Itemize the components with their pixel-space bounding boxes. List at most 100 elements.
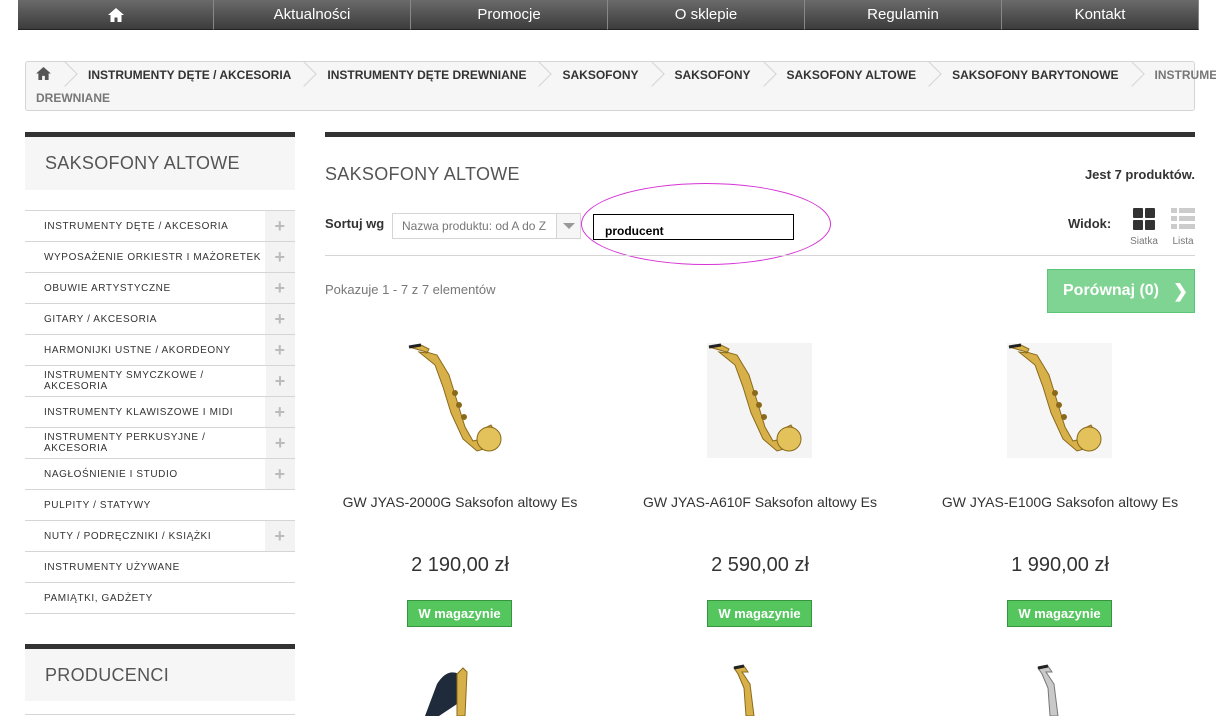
nav-kontakt[interactable]: Kontakt [1002,0,1199,30]
producers-block: PRODUCENCI [25,644,295,701]
category-list: INSTRUMENTY DĘTE / AKCESORIA + WYPOSAŻENIE… [25,210,295,614]
nav-aktualnosci[interactable]: Aktualności [214,0,411,30]
saxophone-image[interactable] [407,343,512,458]
grid-icon [1129,208,1159,233]
plus-icon[interactable]: + [265,335,295,365]
category-label[interactable]: INSTRUMENTY UŻYWANE [25,562,180,573]
category-label[interactable]: HARMONIJKI USTNE / AKORDEONY [25,345,231,356]
divider [325,255,1195,256]
category-label[interactable]: PULPITY / STATYWY [25,500,151,511]
category-item[interactable]: INSTRUMENTY SMYCZKOWE / AKCESORIA + [25,366,295,397]
plus-icon[interactable]: + [265,459,295,489]
chevron-down-icon[interactable] [556,214,580,238]
breadcrumb-item[interactable]: INSTRUMENTY DĘTE / AKCESORIA [70,62,299,87]
home-icon [35,66,51,83]
product-price: 2 590,00 zł [711,554,809,576]
producer-input[interactable]: producent [593,214,794,240]
breadcrumb-separator [924,62,934,87]
page-title: SAKSOFONY ALTOWE [325,164,520,184]
breadcrumb-separator [759,62,769,87]
saxophone-image[interactable] [720,664,780,717]
category-label[interactable]: GITARY / AKCESORIA [25,314,157,325]
category-label[interactable]: NUTY / PODRĘCZNIKI / KSIĄŻKI [25,531,211,542]
breadcrumb-separator [534,62,544,87]
plus-icon[interactable]: + [265,366,295,396]
plus-icon[interactable]: + [265,397,295,427]
home-icon [107,7,124,22]
breadcrumb-separator [1127,62,1137,87]
plus-icon[interactable]: + [265,304,295,334]
category-item[interactable]: INSTRUMENTY DĘTE / AKCESORIA + [25,211,295,242]
breadcrumb-item[interactable]: SAKSOFONY [544,62,646,87]
category-item[interactable]: NAGŁOŚNIENIE I STUDIO + [25,459,295,490]
product-name[interactable]: GW JYAS-2000G Saksofon altowy Es [325,494,595,510]
category-label[interactable]: INSTRUMENTY SMYCZKOWE / AKCESORIA [25,370,266,392]
category-label[interactable]: PAMIĄTKI, GADŻETY [25,593,153,604]
category-item[interactable]: INSTRUMENTY KLAWISZOWE I MIDI + [25,397,295,428]
producers-title: PRODUCENCI [25,644,295,701]
breadcrumb-item[interactable]: SAKSOFONY ALTOWE [769,62,925,87]
breadcrumb-separator [299,62,309,87]
divider [25,714,295,715]
saxophone-image[interactable] [1007,343,1112,458]
category-item[interactable]: PAMIĄTKI, GADŻETY [25,583,295,614]
view-list-button[interactable]: Lista [1169,208,1197,247]
category-item[interactable]: PULPITY / STATYWY [25,490,295,521]
category-label[interactable]: NAGŁOŚNIENIE I STUDIO [25,469,178,480]
sort-select-value: Nazwa produktu: od A do Z [402,219,547,233]
divider [325,132,1195,137]
category-label[interactable]: INSTRUMENTY DĘTE / AKCESORIA [25,221,228,232]
nav-home[interactable] [18,0,214,30]
category-item[interactable]: INSTRUMENTY UŻYWANE [25,552,295,583]
product-name[interactable]: GW JYAS-E100G Saksofon altowy Es [925,494,1195,510]
top-navigation: Aktualności Promocje O sklepie Regulamin… [18,0,1202,30]
category-item[interactable]: OBUWIE ARTYSTYCZNE + [25,273,295,304]
chevron-right-icon: ❯ [1173,280,1189,301]
category-item[interactable]: GITARY / AKCESORIA + [25,304,295,335]
saxophone-image[interactable] [417,664,477,717]
breadcrumb-item[interactable]: SAKSOFONY BARYTONOWE [934,62,1126,87]
category-item[interactable]: NUTY / PODRĘCZNIKI / KSIĄŻKI + [25,521,295,552]
nav-promocje[interactable]: Promocje [411,0,608,30]
compare-button[interactable]: Porównaj (0) ❯ [1047,269,1195,313]
category-item[interactable]: INSTRUMENTY PERKUSYJNE / AKCESORIA + [25,428,295,459]
product-count: Jest 7 produktów. [1084,167,1195,182]
breadcrumb: INSTRUMENTY DĘTE / AKCESORIA INSTRUMENTY… [25,61,1216,111]
category-label[interactable]: INSTRUMENTY KLAWISZOWE I MIDI [25,407,233,418]
stock-badge: W magazynie [1007,600,1112,627]
plus-icon[interactable]: + [265,273,295,303]
product-name[interactable]: GW JYAS-A610F Saksofon altowy Es [625,494,895,510]
category-item[interactable]: HARMONIJKI USTNE / AKORDEONY + [25,335,295,366]
saxophone-image[interactable] [1022,664,1082,717]
compare-button-label: Porównaj (0) [1063,282,1160,299]
sort-select[interactable]: Nazwa produktu: od A do Z [392,213,581,239]
breadcrumb-separator [60,62,70,87]
list-icon [1169,208,1197,233]
category-item[interactable]: WYPOSAŻENIE ORKIESTR I MAŻORETEK + [25,242,295,273]
nav-regulamin[interactable]: Regulamin [805,0,1002,30]
stock-badge: W magazynie [407,600,512,627]
sidebar-title: SAKSOFONY ALTOWE [25,132,295,190]
nav-o-sklepie[interactable]: O sklepie [608,0,805,30]
category-label[interactable]: INSTRUMENTY PERKUSYJNE / AKCESORIA [25,432,266,454]
category-sidebar: SAKSOFONY ALTOWE INSTRUMENTY DĘTE / AKCE… [25,132,295,614]
view-grid-button[interactable]: Siatka [1129,208,1159,247]
breadcrumb-current-continued: DREWNIANE [36,91,110,105]
plus-icon[interactable]: + [265,521,295,551]
plus-icon[interactable]: + [265,242,295,272]
sort-label: Sortuj wg [325,216,385,231]
view-grid-label: Siatka [1130,236,1158,247]
stock-badge: W magazynie [707,600,812,627]
product-price: 1 990,00 zł [1011,554,1109,576]
showing-count: Pokazuje 1 - 7 z 7 elementów [325,282,496,297]
breadcrumb-item[interactable]: INSTRUMENTY DĘTE DREWNIANE [309,62,534,87]
breadcrumb-current: INSTRUMENTY DĘTE [1154,67,1216,82]
category-label[interactable]: OBUWIE ARTYSTYCZNE [25,283,171,294]
plus-icon[interactable]: + [265,211,295,241]
breadcrumb-item[interactable]: SAKSOFONY [657,62,759,87]
product-price: 2 190,00 zł [411,554,509,576]
category-label[interactable]: WYPOSAŻENIE ORKIESTR I MAŻORETEK [25,252,261,263]
plus-icon[interactable]: + [265,428,295,458]
saxophone-image[interactable] [707,343,812,458]
view-label: Widok: [1068,216,1112,231]
